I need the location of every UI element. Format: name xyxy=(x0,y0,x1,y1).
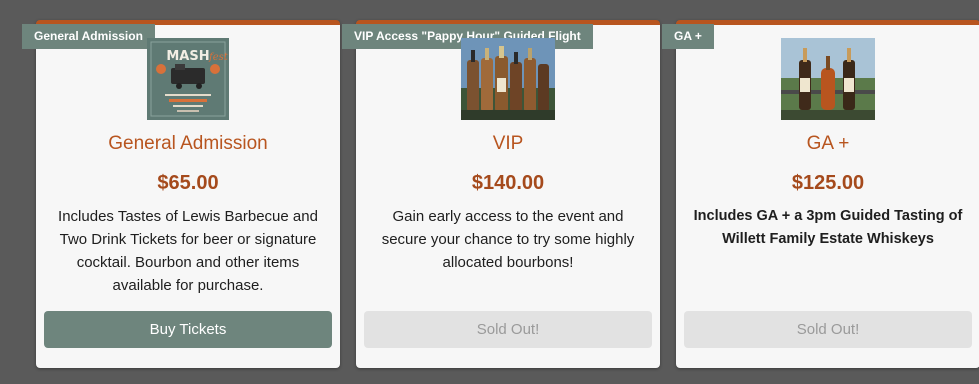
ticket-card-vip: VIP Access "Pappy Hour" Guided Flight VI… xyxy=(342,20,660,368)
ticket-price: $125.00 xyxy=(791,172,865,194)
ticket-tag: General Admission xyxy=(22,24,155,49)
ticket-description: Includes Tastes of Lewis Barbecue and Tw… xyxy=(58,208,318,294)
ticket-description: Gain early access to the event and secur… xyxy=(381,208,635,271)
svg-text:fest: fest xyxy=(208,52,229,63)
willett-bottles-image xyxy=(781,38,875,120)
ticket-card-general-admission: General Admission MASH fest General Admi… xyxy=(22,20,340,368)
ticket-price: $140.00 xyxy=(471,172,545,194)
ticket-price: $65.00 xyxy=(157,172,219,194)
poster-logo: MASH xyxy=(166,49,209,64)
ticket-title: GA + xyxy=(806,133,850,154)
sold-out-button[interactable]: Sold Out! xyxy=(364,311,652,348)
buy-tickets-button[interactable]: Buy Tickets xyxy=(44,311,332,348)
ticket-title: VIP xyxy=(492,133,524,154)
sold-out-button[interactable]: Sold Out! xyxy=(684,311,972,348)
ticket-title: General Admission xyxy=(108,133,268,154)
mashfest-poster-image: MASH fest xyxy=(147,38,229,120)
bourbon-bottles-image xyxy=(461,38,555,120)
ticket-card-ga-plus: GA + GA + $125.00 Includes GA + a 3pm Gu… xyxy=(662,20,979,368)
ticket-description: Includes GA + a 3pm Guided Tasting of Wi… xyxy=(693,208,963,247)
ticket-tag: GA + xyxy=(662,24,714,49)
